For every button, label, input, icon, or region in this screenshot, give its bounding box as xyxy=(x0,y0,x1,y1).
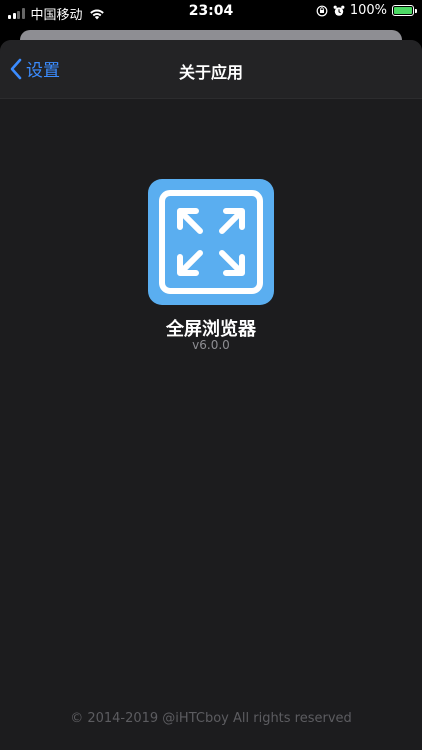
orientation-lock-icon xyxy=(316,5,328,16)
navigation-bar: 设置 关于应用 xyxy=(0,40,422,99)
about-sheet: 设置 关于应用 全屏浏览器 v6.0.0 © 2014-2019 @iHTCbo… xyxy=(0,40,422,750)
page-title: 关于应用 xyxy=(178,63,243,82)
battery-percent: 100% xyxy=(349,3,387,18)
status-right: 100% xyxy=(316,3,417,18)
app-icon xyxy=(148,179,274,305)
battery-icon xyxy=(392,5,417,16)
status-bar: 中国移动 23:04 100% xyxy=(0,0,422,24)
alarm-icon xyxy=(333,5,345,16)
app-version: v6.0.0 xyxy=(192,338,230,352)
copyright-text: © 2014-2019 @iHTCboy All rights reserved xyxy=(70,711,352,726)
